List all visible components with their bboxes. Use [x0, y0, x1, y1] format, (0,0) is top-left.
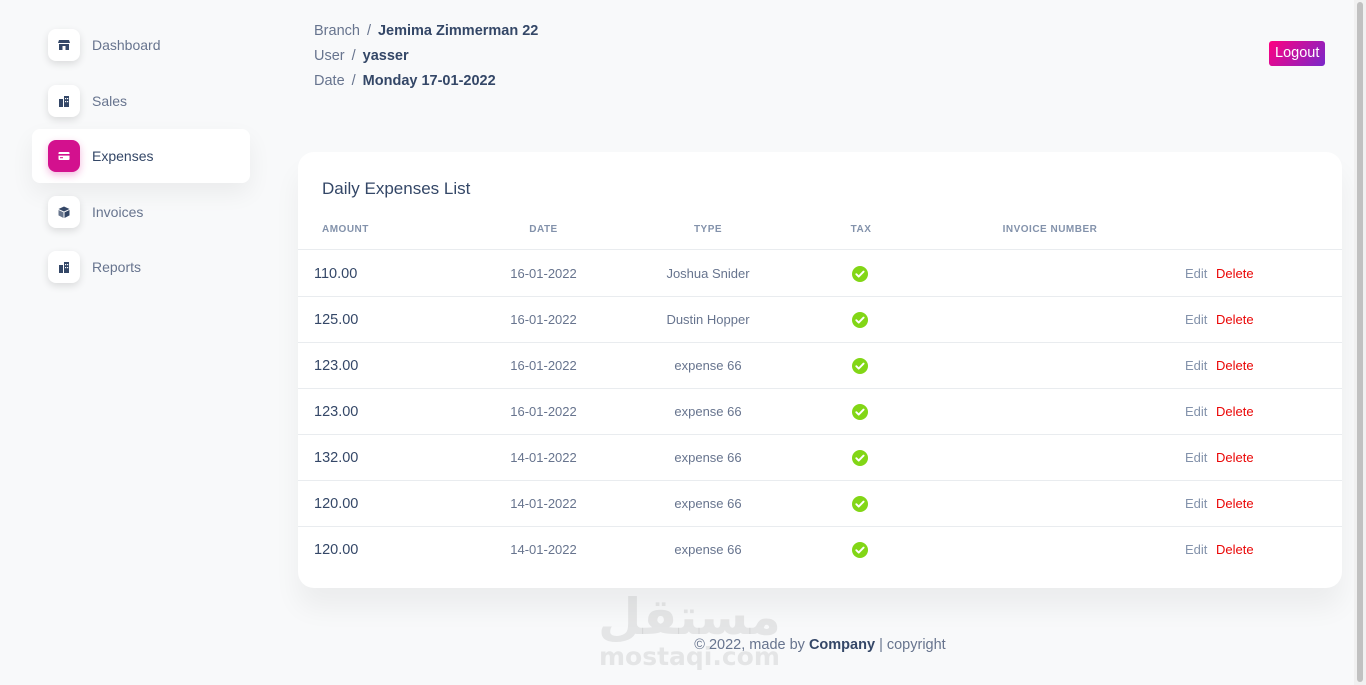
footer-suffix: | copyright	[879, 637, 946, 653]
edit-link[interactable]: Edit	[1185, 435, 1207, 481]
breadcrumb-separator: /	[366, 23, 371, 39]
credit-card-icon	[48, 140, 80, 172]
table-row: 123.00 16-01-2022 expense 66 Edit Delete	[298, 343, 1342, 389]
sidebar-item-label: Sales	[92, 92, 128, 109]
scrollbar-thumb[interactable]	[1357, 2, 1363, 682]
amount-cell: 123.00	[314, 358, 359, 374]
delete-link[interactable]: Delete	[1216, 435, 1254, 481]
edit-link[interactable]: Edit	[1185, 343, 1207, 389]
column-header-date: Date	[529, 224, 558, 235]
date-cell: 16-01-2022	[510, 312, 577, 327]
check-circle-icon	[852, 404, 868, 420]
table-row: 132.00 14-01-2022 expense 66 Edit Delete	[298, 435, 1342, 481]
user-line: User / yasser	[314, 46, 538, 71]
edit-link[interactable]: Edit	[1185, 251, 1207, 297]
table-row: 123.00 16-01-2022 expense 66 Edit Delete	[298, 389, 1342, 435]
type-cell: Joshua Snider	[666, 266, 750, 281]
office-icon	[48, 84, 80, 117]
sidebar-item-label: Expenses	[92, 148, 154, 164]
amount-cell: 120.00	[314, 542, 359, 558]
column-header-invoice-number: Invoice Number	[1002, 224, 1098, 235]
watermark-arabic: مستقل	[598, 588, 781, 646]
logout-button[interactable]: Logout	[1269, 41, 1326, 66]
branch-line: Branch / Jemima Zimmerman 22	[314, 21, 538, 46]
delete-link[interactable]: Delete	[1216, 527, 1254, 573]
check-circle-icon	[852, 312, 868, 328]
delete-link[interactable]: Delete	[1216, 389, 1254, 435]
delete-link[interactable]: Delete	[1216, 481, 1254, 527]
column-header-amount: Amount	[322, 224, 369, 235]
delete-link[interactable]: Delete	[1216, 297, 1254, 343]
sidebar: Dashboard Sales Expenses Invoices Report…	[32, 18, 250, 296]
sidebar-item-dashboard[interactable]: Dashboard	[32, 18, 250, 72]
type-cell: expense 66	[674, 358, 742, 373]
watermark: مستقل mostaqi.com	[598, 592, 781, 669]
table-row: 125.00 16-01-2022 Dustin Hopper Edit Delete	[298, 297, 1342, 343]
check-circle-icon	[852, 542, 868, 558]
amount-cell: 123.00	[314, 404, 359, 420]
page: Dashboard Sales Expenses Invoices Report…	[0, 0, 1366, 685]
breadcrumb-separator: /	[351, 48, 356, 64]
check-circle-icon	[852, 450, 868, 466]
table-row: 120.00 14-01-2022 expense 66 Edit Delete	[298, 481, 1342, 527]
type-cell: expense 66	[674, 404, 742, 419]
sidebar-item-sales[interactable]: Sales	[32, 74, 250, 128]
date-cell: 16-01-2022	[510, 266, 577, 281]
date-cell: 14-01-2022	[510, 496, 577, 511]
type-cell: expense 66	[674, 450, 742, 465]
date-line: Date / Monday 17-01-2022	[314, 71, 538, 96]
sidebar-item-invoices[interactable]: Invoices	[32, 185, 250, 239]
footer-prefix: © 2022, made by	[694, 637, 805, 653]
amount-cell: 120.00	[314, 496, 359, 512]
table-row: 110.00 16-01-2022 Joshua Snider Edit Delete	[298, 251, 1342, 297]
column-header-tax: Tax	[850, 224, 872, 235]
box-icon	[48, 195, 80, 228]
amount-cell: 125.00	[314, 312, 359, 328]
date-cell: 14-01-2022	[510, 450, 577, 465]
delete-link[interactable]: Delete	[1216, 343, 1254, 389]
edit-link[interactable]: Edit	[1185, 527, 1207, 573]
edit-link[interactable]: Edit	[1185, 481, 1207, 527]
date-cell: 16-01-2022	[510, 358, 577, 373]
company-link[interactable]: Company	[809, 637, 875, 653]
type-cell: expense 66	[674, 542, 742, 557]
office-icon	[48, 251, 80, 283]
user-value: yasser	[362, 48, 409, 64]
type-cell: expense 66	[674, 496, 742, 511]
card-title: Daily Expenses List	[322, 179, 471, 198]
type-cell: Dustin Hopper	[666, 312, 750, 327]
sidebar-item-label: Dashboard	[92, 37, 161, 53]
date-cell: 16-01-2022	[510, 404, 577, 419]
check-circle-icon	[852, 496, 868, 512]
table-body: 110.00 16-01-2022 Joshua Snider Edit Delete 1…	[298, 251, 1342, 573]
date-value: Monday 17-01-2022	[362, 73, 496, 89]
edit-link[interactable]: Edit	[1185, 389, 1207, 435]
breadcrumb-separator: /	[351, 73, 356, 89]
edit-link[interactable]: Edit	[1185, 297, 1207, 343]
table-row: 120.00 14-01-2022 expense 66 Edit Delete	[298, 527, 1342, 573]
column-header-type: Type	[693, 224, 723, 235]
check-circle-icon	[852, 266, 868, 282]
check-circle-icon	[852, 358, 868, 374]
scrollbar[interactable]	[1354, 0, 1366, 685]
user-label: User	[314, 48, 345, 64]
branch-value: Jemima Zimmerman 22	[377, 23, 539, 39]
sidebar-item-expenses[interactable]: Expenses	[32, 129, 250, 183]
breadcrumb: Branch / Jemima Zimmerman 22 User / yasser D…	[314, 21, 538, 96]
footer: © 2022, made by Company | copyright	[0, 637, 1366, 653]
shop-icon	[48, 29, 80, 61]
sidebar-item-reports[interactable]: Reports	[32, 240, 250, 294]
amount-cell: 110.00	[314, 266, 358, 282]
date-label: Date	[314, 73, 345, 89]
amount-cell: 132.00	[314, 450, 359, 466]
branch-label: Branch	[314, 23, 360, 39]
sidebar-item-label: Reports	[92, 259, 142, 275]
expenses-card: Daily Expenses List Amount Date Type Tax…	[298, 152, 1342, 588]
table-header: Amount Date Type Tax Invoice Number	[298, 222, 1342, 250]
delete-link[interactable]: Delete	[1216, 251, 1254, 297]
sidebar-item-label: Invoices	[92, 203, 144, 220]
date-cell: 14-01-2022	[510, 542, 577, 557]
